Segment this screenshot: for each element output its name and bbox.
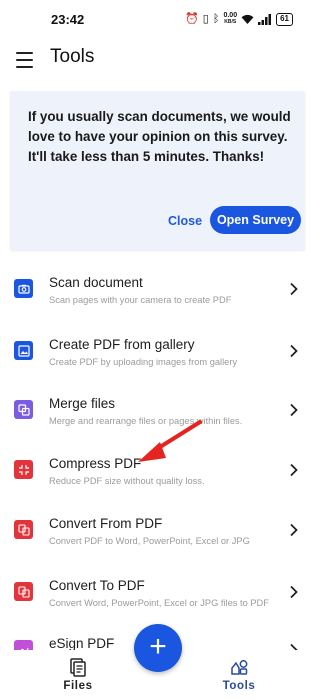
tool-name: Convert To PDF bbox=[49, 578, 145, 593]
nav-files-label: Files bbox=[63, 680, 93, 692]
survey-message: If you usually scan documents, we would … bbox=[28, 109, 291, 164]
tool-description: Create PDF by uploading images from gall… bbox=[49, 357, 238, 367]
nav-tools-label: Tools bbox=[222, 680, 256, 692]
status-icons: ⏰ ▯ ᛒ 0.00 KB/S 61 bbox=[185, 12, 293, 26]
files-icon bbox=[70, 658, 86, 677]
tool-item-scan-document[interactable]: Scan document Scan pages with your camer… bbox=[0, 257, 315, 317]
bluetooth-icon: ᛒ bbox=[212, 13, 220, 25]
tool-item-convert-from-pdf[interactable]: Convert From PDF Convert PDF to Word, Po… bbox=[0, 498, 315, 558]
tool-name: Merge files bbox=[49, 396, 116, 411]
tool-item-convert-to-pdf[interactable]: Convert To PDF Convert Word, PowerPoint,… bbox=[0, 560, 315, 620]
chevron-right-icon bbox=[290, 344, 298, 358]
status-time: 23:42 bbox=[51, 12, 85, 27]
add-fab-button[interactable]: + bbox=[134, 624, 182, 672]
status-bar: 23:42 ⏰ ▯ ᛒ 0.00 KB/S 61 bbox=[0, 0, 315, 40]
red-arrow-annotation bbox=[138, 420, 202, 462]
tool-name: Scan document bbox=[49, 275, 143, 290]
page-title: Tools bbox=[50, 46, 95, 67]
camera-icon bbox=[14, 279, 33, 298]
convert-to-icon bbox=[14, 582, 33, 601]
tool-description: Convert PDF to Word, PowerPoint, Excel o… bbox=[49, 536, 250, 546]
tool-description: Reduce PDF size without quality loss. bbox=[49, 476, 205, 486]
chevron-right-icon bbox=[290, 523, 298, 537]
tool-name: Convert From PDF bbox=[49, 516, 163, 531]
tool-item-create-pdf-from-gallery[interactable]: Create PDF from gallery Create PDF by up… bbox=[0, 319, 315, 379]
survey-card: If you usually scan documents, we would … bbox=[10, 91, 305, 250]
signal-icon bbox=[258, 13, 272, 25]
vibrate-icon: ▯ bbox=[202, 13, 209, 25]
chevron-right-icon bbox=[290, 463, 298, 477]
chevron-right-icon bbox=[290, 403, 298, 417]
convert-from-icon bbox=[14, 520, 33, 539]
image-icon bbox=[14, 341, 33, 360]
tool-name: Compress PDF bbox=[49, 456, 142, 471]
chevron-right-icon bbox=[290, 282, 298, 296]
chevron-right-icon bbox=[290, 585, 298, 599]
tool-name: Create PDF from gallery bbox=[49, 337, 195, 352]
network-speed: 0.00 KB/S bbox=[223, 12, 238, 25]
survey-close-button[interactable]: Close bbox=[168, 214, 202, 228]
alarm-icon: ⏰ bbox=[185, 13, 199, 25]
plus-icon: + bbox=[149, 630, 167, 663]
app-bar: Tools bbox=[0, 40, 315, 80]
nav-tools[interactable]: Tools bbox=[215, 654, 263, 698]
wifi-icon bbox=[241, 14, 254, 24]
merge-icon bbox=[14, 400, 33, 419]
tool-description: Scan pages with your camera to create PD… bbox=[49, 295, 232, 305]
tool-name: eSign PDF bbox=[49, 636, 115, 651]
nav-files[interactable]: Files bbox=[54, 654, 102, 698]
battery-icon: 61 bbox=[276, 12, 293, 26]
tool-description: Convert Word, PowerPoint, Excel or JPG f… bbox=[49, 598, 269, 608]
tools-icon bbox=[231, 660, 248, 675]
open-survey-button[interactable]: Open Survey bbox=[210, 206, 301, 234]
hamburger-menu-icon[interactable] bbox=[16, 52, 34, 68]
compress-icon bbox=[14, 460, 33, 479]
